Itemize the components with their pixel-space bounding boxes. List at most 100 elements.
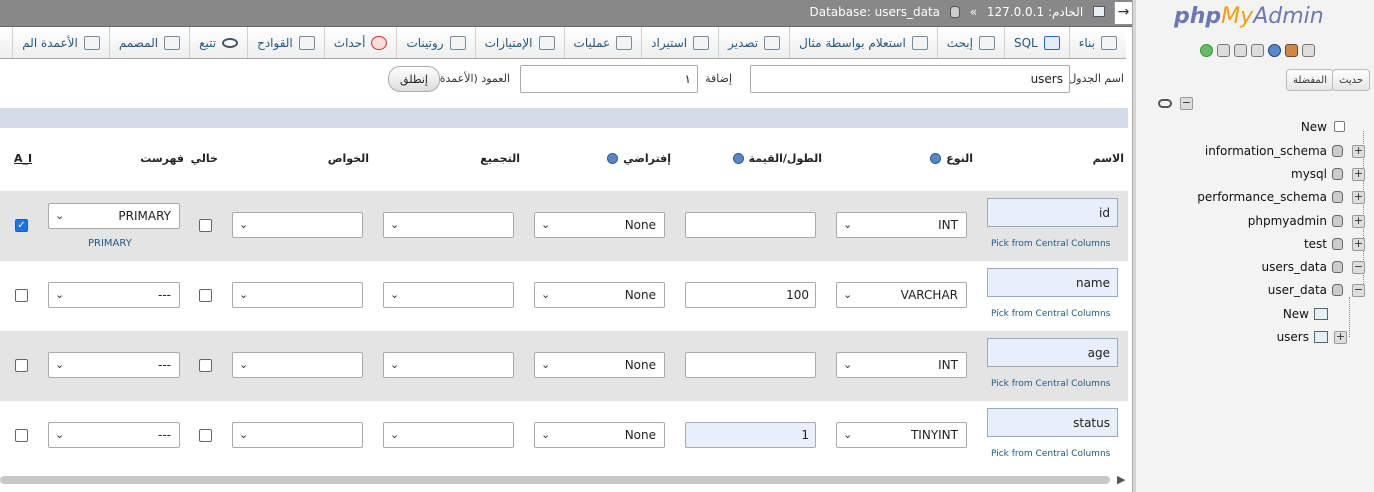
field-name-input[interactable]	[987, 338, 1118, 367]
tab-triggers[interactable]: القوادح	[247, 27, 324, 58]
index-link[interactable]: PRIMARY	[88, 238, 132, 249]
length-input[interactable]	[685, 352, 816, 378]
length-input[interactable]	[685, 282, 816, 308]
help-icon[interactable]	[930, 153, 942, 164]
attributes-select[interactable]: ⌄	[232, 422, 363, 448]
attributes-select[interactable]: ⌄	[232, 212, 363, 238]
home-icon[interactable]	[1302, 44, 1315, 57]
tab-export[interactable]: تصدير	[718, 27, 789, 58]
breadcrumb-database[interactable]: Database: users_data	[809, 5, 940, 19]
type-select[interactable]: ⌄ INT	[836, 212, 967, 238]
tree-item-user-data[interactable]: user_data	[1268, 283, 1327, 297]
expand-icon[interactable]: +	[1352, 238, 1365, 251]
default-select[interactable]: ⌄ None	[534, 212, 665, 238]
type-select[interactable]: ⌄ INT	[836, 352, 967, 378]
collation-select[interactable]: ⌄	[383, 422, 514, 448]
add-columns-input[interactable]	[520, 65, 698, 93]
tab-search[interactable]: إبحث	[936, 27, 1004, 58]
tab-operations[interactable]: عمليات	[563, 27, 642, 58]
expand-icon[interactable]: +	[1352, 215, 1365, 228]
tree-item-new[interactable]: New	[1301, 120, 1327, 134]
tab-query[interactable]: استعلام بواسطة مثال	[789, 27, 937, 58]
default-select[interactable]: ⌄ None	[534, 422, 665, 448]
help-icon[interactable]	[607, 153, 619, 164]
length-input[interactable]	[685, 422, 816, 448]
tree-item-mysql[interactable]: mysql	[1291, 167, 1327, 181]
pick-central-columns-link[interactable]: Pick from Central Columns	[991, 379, 1110, 389]
help-icon[interactable]	[732, 153, 744, 164]
collapse-icon[interactable]: −	[1352, 261, 1365, 274]
collapse-all-icon[interactable]: −	[1180, 97, 1193, 110]
tab-designer[interactable]: المصمم	[108, 27, 189, 58]
horizontal-scrollbar[interactable]: ▶	[0, 472, 1132, 492]
ai-checkbox[interactable]	[15, 429, 28, 442]
scroll-right-icon[interactable]: ▶	[1117, 473, 1125, 486]
index-select[interactable]: ⌄ ---	[48, 422, 180, 448]
collapse-nav-icon[interactable]: →	[1114, 2, 1132, 24]
collation-select[interactable]: ⌄	[383, 352, 514, 378]
attributes-select[interactable]: ⌄	[232, 352, 363, 378]
length-input[interactable]	[685, 212, 816, 238]
field-name-input[interactable]	[987, 408, 1118, 437]
default-value: None	[624, 288, 656, 302]
breadcrumb-server[interactable]: الخادم: 127.0.0.1	[987, 5, 1083, 19]
default-select[interactable]: ⌄ None	[534, 282, 665, 308]
settings-icon[interactable]	[1217, 44, 1230, 57]
ai-checkbox[interactable]: ✓	[15, 219, 28, 232]
table-name-input[interactable]	[750, 65, 1070, 93]
docs-icon[interactable]	[1234, 44, 1247, 57]
index-select[interactable]: ⌄ ---	[48, 282, 180, 308]
recent-button[interactable]: حديث	[1332, 69, 1371, 91]
link-icon[interactable]	[1158, 99, 1172, 108]
tree-item-users-table[interactable]: users	[1277, 330, 1309, 344]
ai-checkbox[interactable]	[15, 359, 28, 372]
tab-privileges[interactable]: الإمتيازات	[474, 27, 564, 58]
tab-structure[interactable]: بناء	[1068, 27, 1126, 58]
tab-events[interactable]: أحداث	[323, 27, 397, 58]
expand-icon[interactable]: +	[1334, 331, 1347, 344]
tab-central-columns[interactable]: الأعمدة الم	[12, 27, 109, 58]
tree-item-users-data[interactable]: users_data	[1262, 260, 1327, 274]
tree-item-information-schema[interactable]: information_schema	[1205, 144, 1327, 158]
null-checkbox[interactable]	[199, 289, 212, 302]
tab-import[interactable]: استيراد	[641, 27, 718, 58]
collation-select[interactable]: ⌄	[383, 212, 514, 238]
attributes-select[interactable]: ⌄	[232, 282, 363, 308]
go-button[interactable]: إنطلق	[388, 66, 440, 92]
collation-select[interactable]: ⌄	[383, 282, 514, 308]
copy-icon[interactable]	[1251, 44, 1264, 57]
default-select[interactable]: ⌄ None	[534, 352, 665, 378]
tree-item-new-table[interactable]: New	[1283, 307, 1309, 321]
field-name-input[interactable]	[987, 198, 1118, 227]
null-checkbox[interactable]	[199, 429, 212, 442]
index-select[interactable]: ⌄ ---	[48, 352, 180, 378]
field-name-input[interactable]	[987, 268, 1118, 297]
tab-routines[interactable]: روتينات	[396, 27, 474, 58]
phpmyadmin-logo[interactable]: phpMyAdmin	[1174, 4, 1324, 29]
null-checkbox[interactable]	[199, 359, 212, 372]
exit-icon[interactable]	[1285, 44, 1298, 57]
pick-central-columns-link[interactable]: Pick from Central Columns	[991, 449, 1110, 459]
tree-item-test[interactable]: test	[1304, 237, 1327, 251]
tab-label: استيراد	[651, 35, 688, 50]
scrollbar-thumb[interactable]	[0, 476, 1110, 484]
collapse-icon[interactable]: −	[1352, 284, 1365, 297]
pick-central-columns-link[interactable]: Pick from Central Columns	[991, 239, 1110, 249]
designer-icon	[164, 35, 181, 50]
tab-tracking[interactable]: تتبع	[189, 27, 247, 58]
reload-icon[interactable]	[1200, 44, 1213, 57]
expand-icon[interactable]: +	[1352, 145, 1365, 158]
help-icon[interactable]	[1268, 44, 1281, 57]
expand-icon[interactable]: +	[1352, 191, 1365, 204]
type-select[interactable]: ⌄ VARCHAR	[836, 282, 967, 308]
ai-checkbox[interactable]	[15, 289, 28, 302]
expand-icon[interactable]: +	[1352, 168, 1365, 181]
type-select[interactable]: ⌄ TINYINT	[836, 422, 967, 448]
index-select[interactable]: ⌄ PRIMARY	[48, 203, 180, 229]
favorites-button[interactable]: المفضلة	[1286, 69, 1335, 91]
tab-sql[interactable]: SQL	[1003, 27, 1069, 58]
tree-item-phpmyadmin[interactable]: phpmyadmin	[1248, 214, 1327, 228]
tree-item-performance-schema[interactable]: performance_schema	[1197, 190, 1327, 204]
pick-central-columns-link[interactable]: Pick from Central Columns	[991, 309, 1110, 319]
null-checkbox[interactable]	[199, 219, 212, 232]
